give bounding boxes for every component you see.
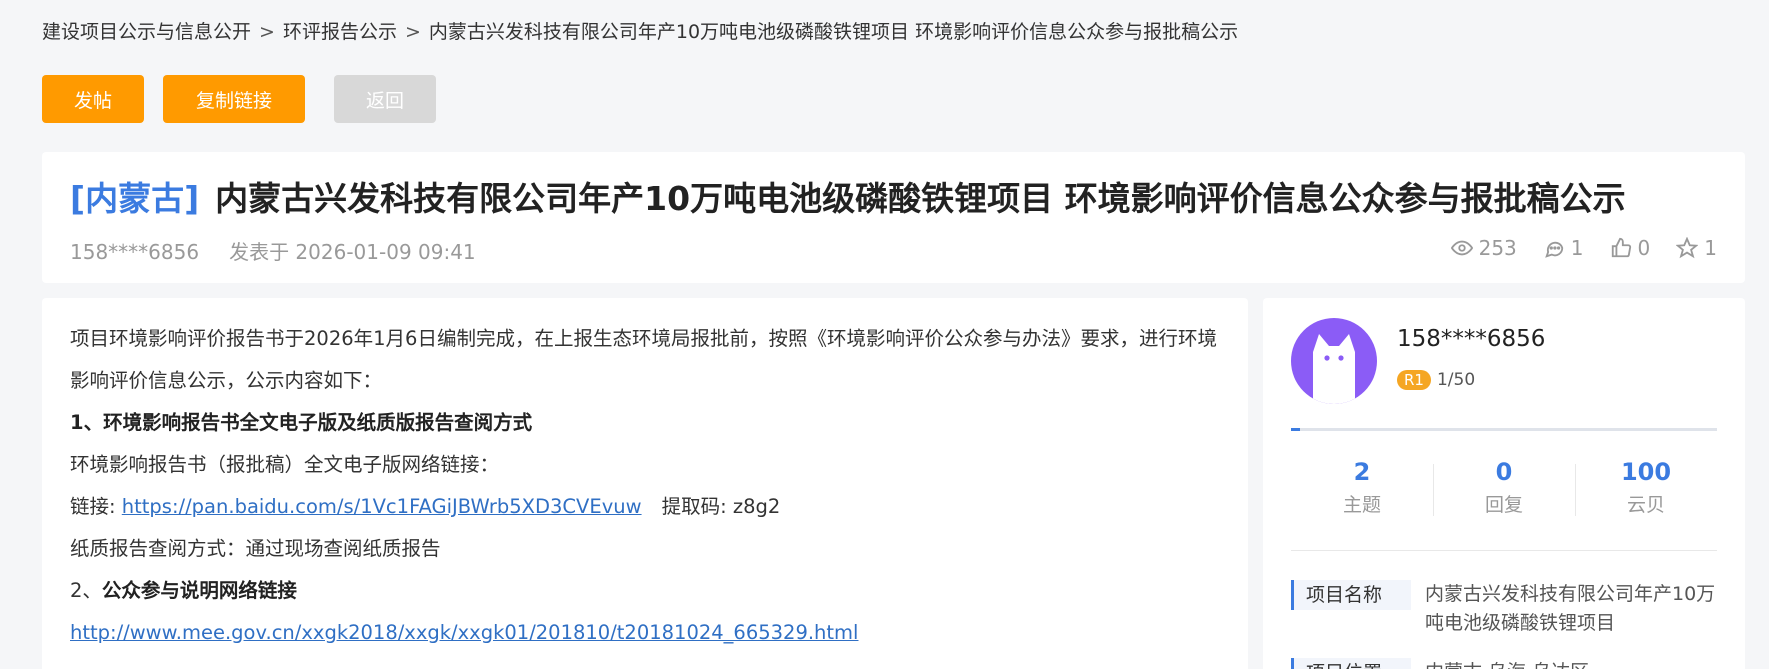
link-prefix: 链接: — [70, 495, 116, 518]
info-value: 内蒙古兴发科技有限公司年产10万吨电池级磷酸铁锂项目 — [1425, 583, 1716, 634]
breadcrumb-item-projects[interactable]: 建设项目公示与信息公开 — [42, 21, 251, 43]
stat-replies[interactable]: 0 回复 — [1433, 458, 1575, 517]
rank-badge: R1 — [1397, 370, 1431, 390]
intro-paragraph: 项目环境影响评价报告书于2026年1月6日编制完成，在上报生态环境局报批前，按照… — [70, 327, 1217, 392]
copy-link-button[interactable]: 复制链接 — [163, 75, 305, 123]
post-stats: 253 1 0 1 — [1450, 236, 1717, 260]
views-count: 253 — [1478, 236, 1517, 260]
stat-number: 100 — [1620, 458, 1672, 486]
rank-progress-fill — [1291, 428, 1300, 431]
back-button[interactable]: 返回 — [334, 75, 436, 123]
breadcrumb-separator: > — [259, 21, 275, 43]
ebook-label: 环境影响报告书（报批稿）全文电子版网络链接： — [70, 453, 500, 476]
cat-avatar-icon — [1313, 334, 1355, 404]
info-key: 项目名称 — [1291, 580, 1411, 610]
stat-number: 0 — [1495, 458, 1513, 486]
post-content: 项目环境影响评价报告书于2026年1月6日编制完成，在上报生态环境局报批前，按照… — [70, 318, 1220, 654]
extract-code: 提取码: z8g2 — [661, 495, 781, 518]
stat-label: 云贝 — [1626, 494, 1665, 516]
post-title: [内蒙古] 内蒙古兴发科技有限公司年产10万吨电池级磷酸铁锂项目 环境影响评价信息… — [70, 172, 1626, 220]
breadcrumb-item-reports[interactable]: 环评报告公示 — [283, 21, 397, 43]
breadcrumb: 建设项目公示与信息公开 > 环评报告公示 > 内蒙古兴发科技有限公司年产10万吨电池级磷… — [42, 17, 1238, 44]
favorites-count: 1 — [1704, 236, 1717, 260]
region-tag[interactable]: [内蒙古] — [70, 179, 199, 218]
info-value: 内蒙古 乌海 乌达区 — [1411, 658, 1589, 669]
author-profile-card: 158****6856 R1 1/50 2 主题 0 回复 100 云贝 项目名… — [1263, 298, 1745, 669]
post-button[interactable]: 发帖 — [42, 75, 144, 123]
post-title-text: 内蒙古兴发科技有限公司年产10万吨电池级磷酸铁锂项目 环境影响评价信息公众参与报… — [215, 179, 1626, 218]
stat-label: 主题 — [1342, 494, 1381, 516]
star-icon — [1676, 237, 1699, 259]
user-rank: R1 1/50 — [1397, 370, 1475, 390]
section-heading: 公众参与说明网络链接 — [101, 579, 297, 602]
post-meta: 158****6856 发表于 2026-01-09 09:41 — [70, 236, 476, 265]
breadcrumb-separator: > — [404, 21, 421, 43]
breadcrumb-item-current: 内蒙古兴发科技有限公司年产10万吨电池级磷酸铁锂项目 环境影响评价信息公众参与报… — [428, 21, 1239, 43]
section-number: 2、 — [70, 579, 102, 602]
thumbs-up-icon — [1611, 237, 1631, 258]
likes-count: 0 — [1637, 236, 1651, 260]
rank-progress-bar — [1291, 428, 1717, 431]
comments-stat[interactable]: 1 — [1543, 236, 1584, 260]
user-stats: 2 主题 0 回复 100 云贝 — [1291, 458, 1717, 517]
comments-count: 1 — [1570, 236, 1584, 260]
info-row-project-location: 项目位置 内蒙古 乌海 乌达区 — [1291, 658, 1717, 669]
info-row-project-name: 项目名称 内蒙古兴发科技有限公司年产10万吨电池级磷酸铁锂项目 — [1291, 580, 1717, 638]
views-stat: 253 — [1450, 236, 1517, 260]
rank-progress-text: 1/50 — [1436, 370, 1476, 390]
author-name[interactable]: 158****6856 — [70, 240, 199, 264]
mee-gov-link[interactable]: http://www.mee.gov.cn/xxgk2018/xxgk/xxgk… — [70, 621, 858, 644]
post-body: 项目环境影响评价报告书于2026年1月6日编制完成，在上报生态环境局报批前，按照… — [42, 298, 1248, 669]
link-line: 链接: https://pan.baidu.com/s/1Vc1FAGiJBWr… — [70, 486, 1220, 528]
publish-date: 发表于 2026-01-09 09:41 — [229, 240, 476, 264]
stat-topics[interactable]: 2 主题 — [1291, 458, 1433, 517]
baidu-pan-link[interactable]: https://pan.baidu.com/s/1Vc1FAGiJBWrb5XD… — [122, 495, 642, 518]
divider — [1291, 550, 1717, 551]
paper-report-text: 纸质报告查阅方式：通过现场查阅纸质报告 — [70, 537, 441, 560]
favorites-stat[interactable]: 1 — [1676, 236, 1717, 260]
stat-number: 2 — [1353, 458, 1371, 486]
section2-line: 2、公众参与说明网络链接 — [70, 570, 1220, 612]
likes-stat[interactable]: 0 — [1610, 236, 1651, 260]
eye-icon — [1450, 240, 1473, 256]
post-header: [内蒙古] 内蒙古兴发科技有限公司年产10万吨电池级磷酸铁锂项目 环境影响评价信息… — [42, 152, 1745, 283]
avatar[interactable] — [1291, 318, 1377, 404]
stat-label: 回复 — [1484, 494, 1523, 516]
section-heading: 1、环境影响报告书全文电子版及纸质版报告查阅方式 — [70, 411, 533, 434]
info-key: 项目位置 — [1291, 658, 1411, 669]
stat-coins[interactable]: 100 云贝 — [1575, 458, 1717, 517]
comment-icon — [1544, 241, 1563, 258]
profile-username[interactable]: 158****6856 — [1397, 326, 1545, 352]
